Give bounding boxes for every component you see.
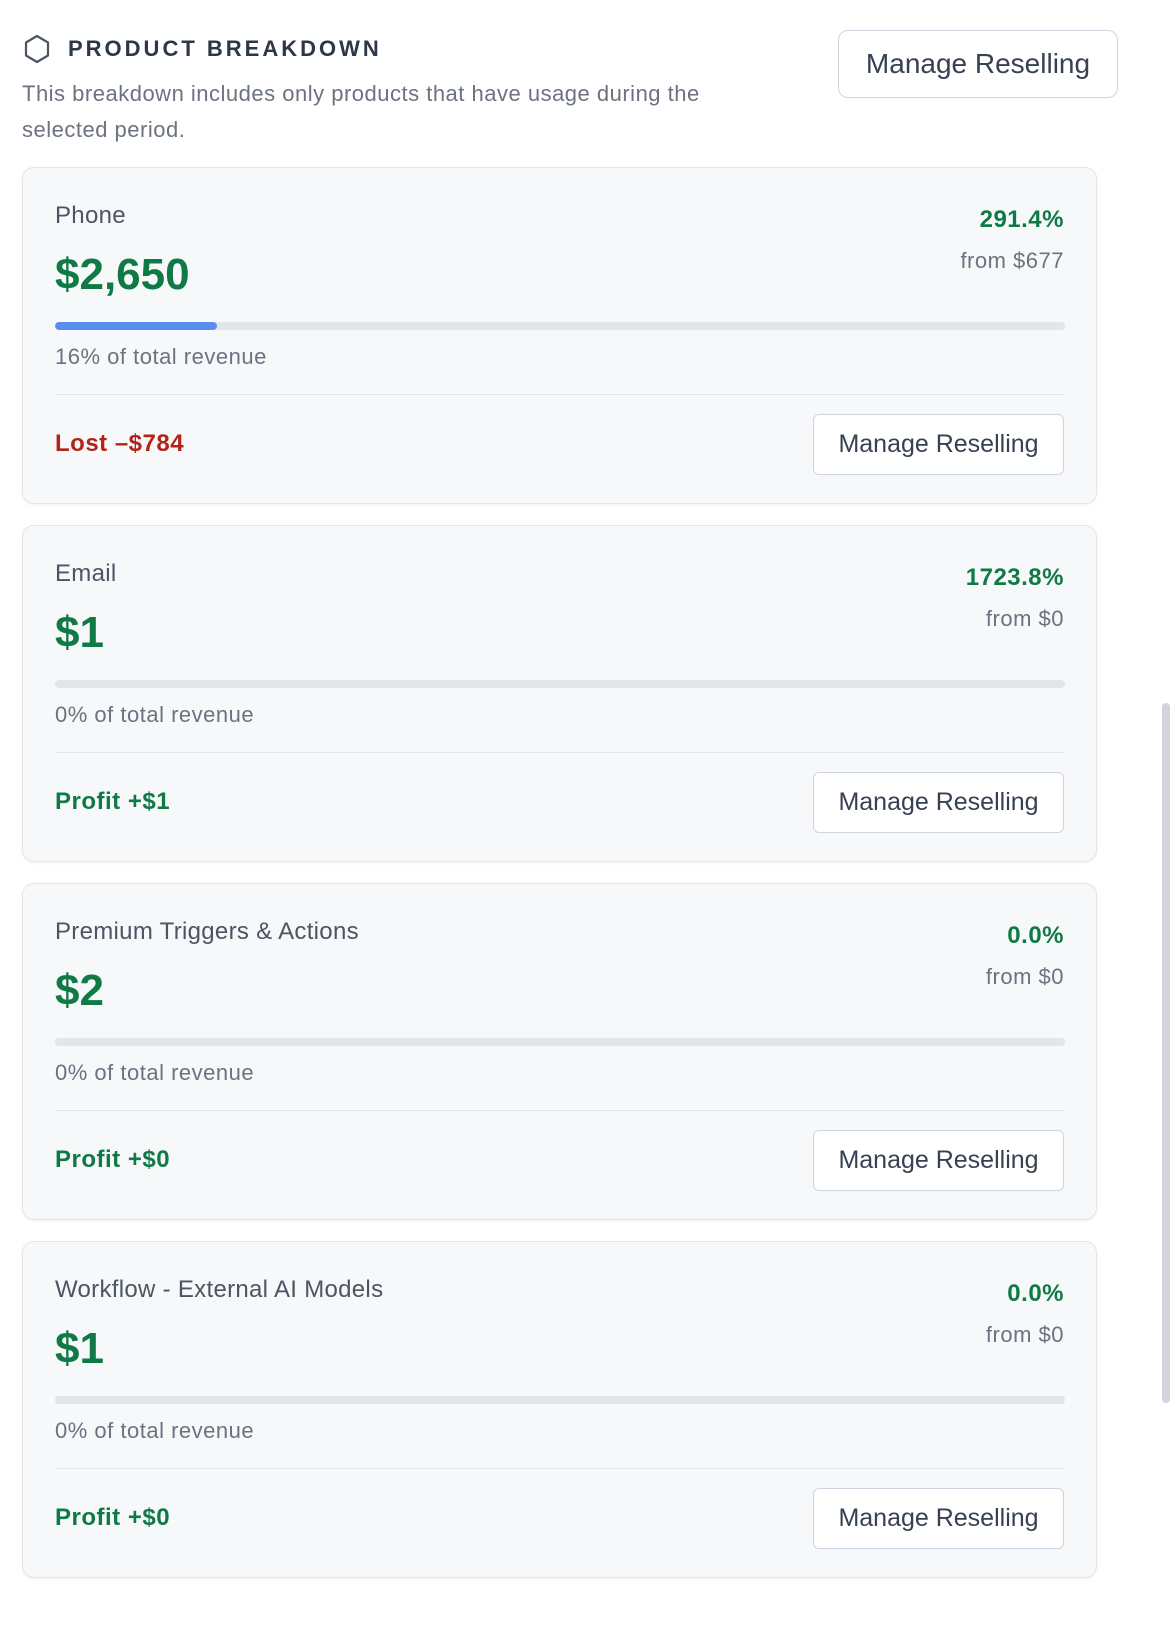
product-revenue-amount: $2: [55, 966, 104, 1015]
previous-revenue: from $0: [985, 964, 1064, 989]
previous-revenue: from $0: [985, 1322, 1064, 1347]
revenue-share-bar: [55, 322, 1065, 330]
profit-status: Lost –$784: [55, 430, 185, 457]
revenue-share-text: 0% of total revenue: [55, 1060, 255, 1085]
hexagon-icon: [22, 34, 52, 64]
card-divider: [55, 1110, 1065, 1111]
product-revenue-amount: $1: [55, 1324, 104, 1373]
section-title-row: PRODUCT BREAKDOWN: [22, 34, 382, 64]
card-divider: [55, 394, 1065, 395]
product-revenue-amount: $1: [55, 608, 104, 657]
revenue-share-bar: [55, 1038, 1065, 1046]
product-card: Premium Triggers & Actions $2 0.0% from …: [22, 883, 1097, 1220]
product-name: Email: [55, 560, 117, 587]
product-card-list: Phone $2,650 291.4% from $677 16% of tot…: [22, 167, 1097, 1599]
product-name: Workflow - External AI Models: [55, 1276, 384, 1303]
previous-revenue: from $0: [985, 606, 1064, 631]
revenue-change-percent: 1723.8%: [965, 564, 1064, 591]
section-title: PRODUCT BREAKDOWN: [68, 36, 382, 61]
product-card: Workflow - External AI Models $1 0.0% fr…: [22, 1241, 1097, 1578]
revenue-share-text: 16% of total revenue: [55, 344, 267, 369]
previous-revenue: from $677: [960, 248, 1064, 273]
product-name: Premium Triggers & Actions: [55, 918, 359, 945]
product-breakdown-header: PRODUCT BREAKDOWN This breakdown include…: [22, 30, 1142, 150]
product-breakdown-panel: PRODUCT BREAKDOWN This breakdown include…: [0, 0, 1170, 1632]
card-divider: [55, 1468, 1065, 1469]
revenue-share-fill: [55, 322, 217, 330]
revenue-change-percent: 0.0%: [1007, 1280, 1064, 1307]
profit-status: Profit +$0: [55, 1146, 171, 1173]
card-divider: [55, 752, 1065, 753]
manage-reselling-button[interactable]: Manage Reselling: [838, 30, 1118, 98]
revenue-share-text: 0% of total revenue: [55, 1418, 255, 1443]
profit-status: Profit +$1: [55, 788, 171, 815]
section-subtitle: This breakdown includes only products th…: [22, 81, 700, 142]
revenue-share-bar: [55, 680, 1065, 688]
product-card: Email $1 1723.8% from $0 0% of total rev…: [22, 525, 1097, 862]
product-card: Phone $2,650 291.4% from $677 16% of tot…: [22, 167, 1097, 504]
manage-reselling-button[interactable]: Manage Reselling: [813, 772, 1064, 833]
manage-reselling-button[interactable]: Manage Reselling: [813, 414, 1064, 475]
revenue-change-percent: 0.0%: [1007, 922, 1064, 949]
revenue-share-bar: [55, 1396, 1065, 1404]
manage-reselling-button[interactable]: Manage Reselling: [813, 1130, 1064, 1191]
manage-reselling-button[interactable]: Manage Reselling: [813, 1488, 1064, 1549]
product-name: Phone: [55, 202, 126, 229]
product-revenue-amount: $2,650: [55, 250, 190, 299]
revenue-share-text: 0% of total revenue: [55, 702, 255, 727]
vertical-scrollbar[interactable]: [1162, 703, 1170, 1403]
revenue-change-percent: 291.4%: [979, 206, 1064, 233]
profit-status: Profit +$0: [55, 1504, 171, 1531]
